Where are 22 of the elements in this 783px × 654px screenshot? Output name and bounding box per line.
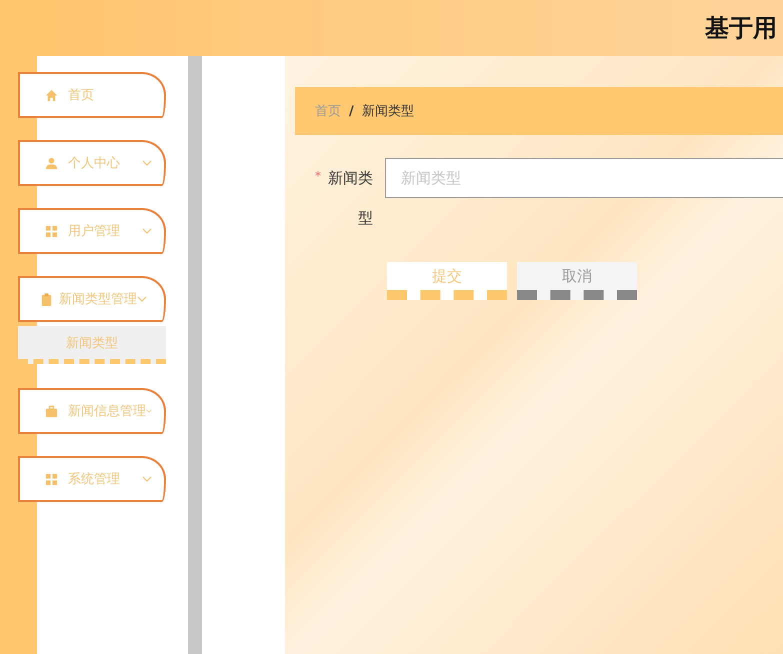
cancel-button[interactable]: 取消 [517, 262, 637, 300]
menu-item[interactable]: 用户管理 [18, 208, 166, 254]
required-mark: * [315, 169, 321, 183]
breadcrumb-item: 新闻类型 [362, 103, 414, 120]
input-field[interactable]: 新闻类型 [385, 158, 783, 198]
menu-item[interactable]: 新闻信息管理 [18, 388, 166, 434]
menu-item[interactable]: 个人中心 [18, 140, 166, 186]
breadcrumb-item[interactable]: 首页 [315, 102, 341, 120]
page-title: 基于用 [705, 13, 777, 44]
grid-icon [45, 224, 58, 238]
menu-item[interactable]: 系统管理 [18, 456, 166, 502]
menu-item[interactable]: 新闻类型管理 [18, 276, 166, 322]
user-icon [45, 156, 58, 170]
submit-button[interactable]: 提交 [387, 262, 507, 300]
home-icon [45, 88, 58, 102]
clipboard-icon [40, 292, 53, 306]
grid-icon [45, 472, 58, 486]
menu-item[interactable]: 首页 [18, 72, 166, 118]
submenu-item[interactable]: 新闻类型 [18, 326, 166, 364]
breadcrumb-separator: / [349, 104, 354, 118]
briefcase-icon [45, 404, 58, 418]
field-label: 新闻类型 [327, 168, 373, 229]
